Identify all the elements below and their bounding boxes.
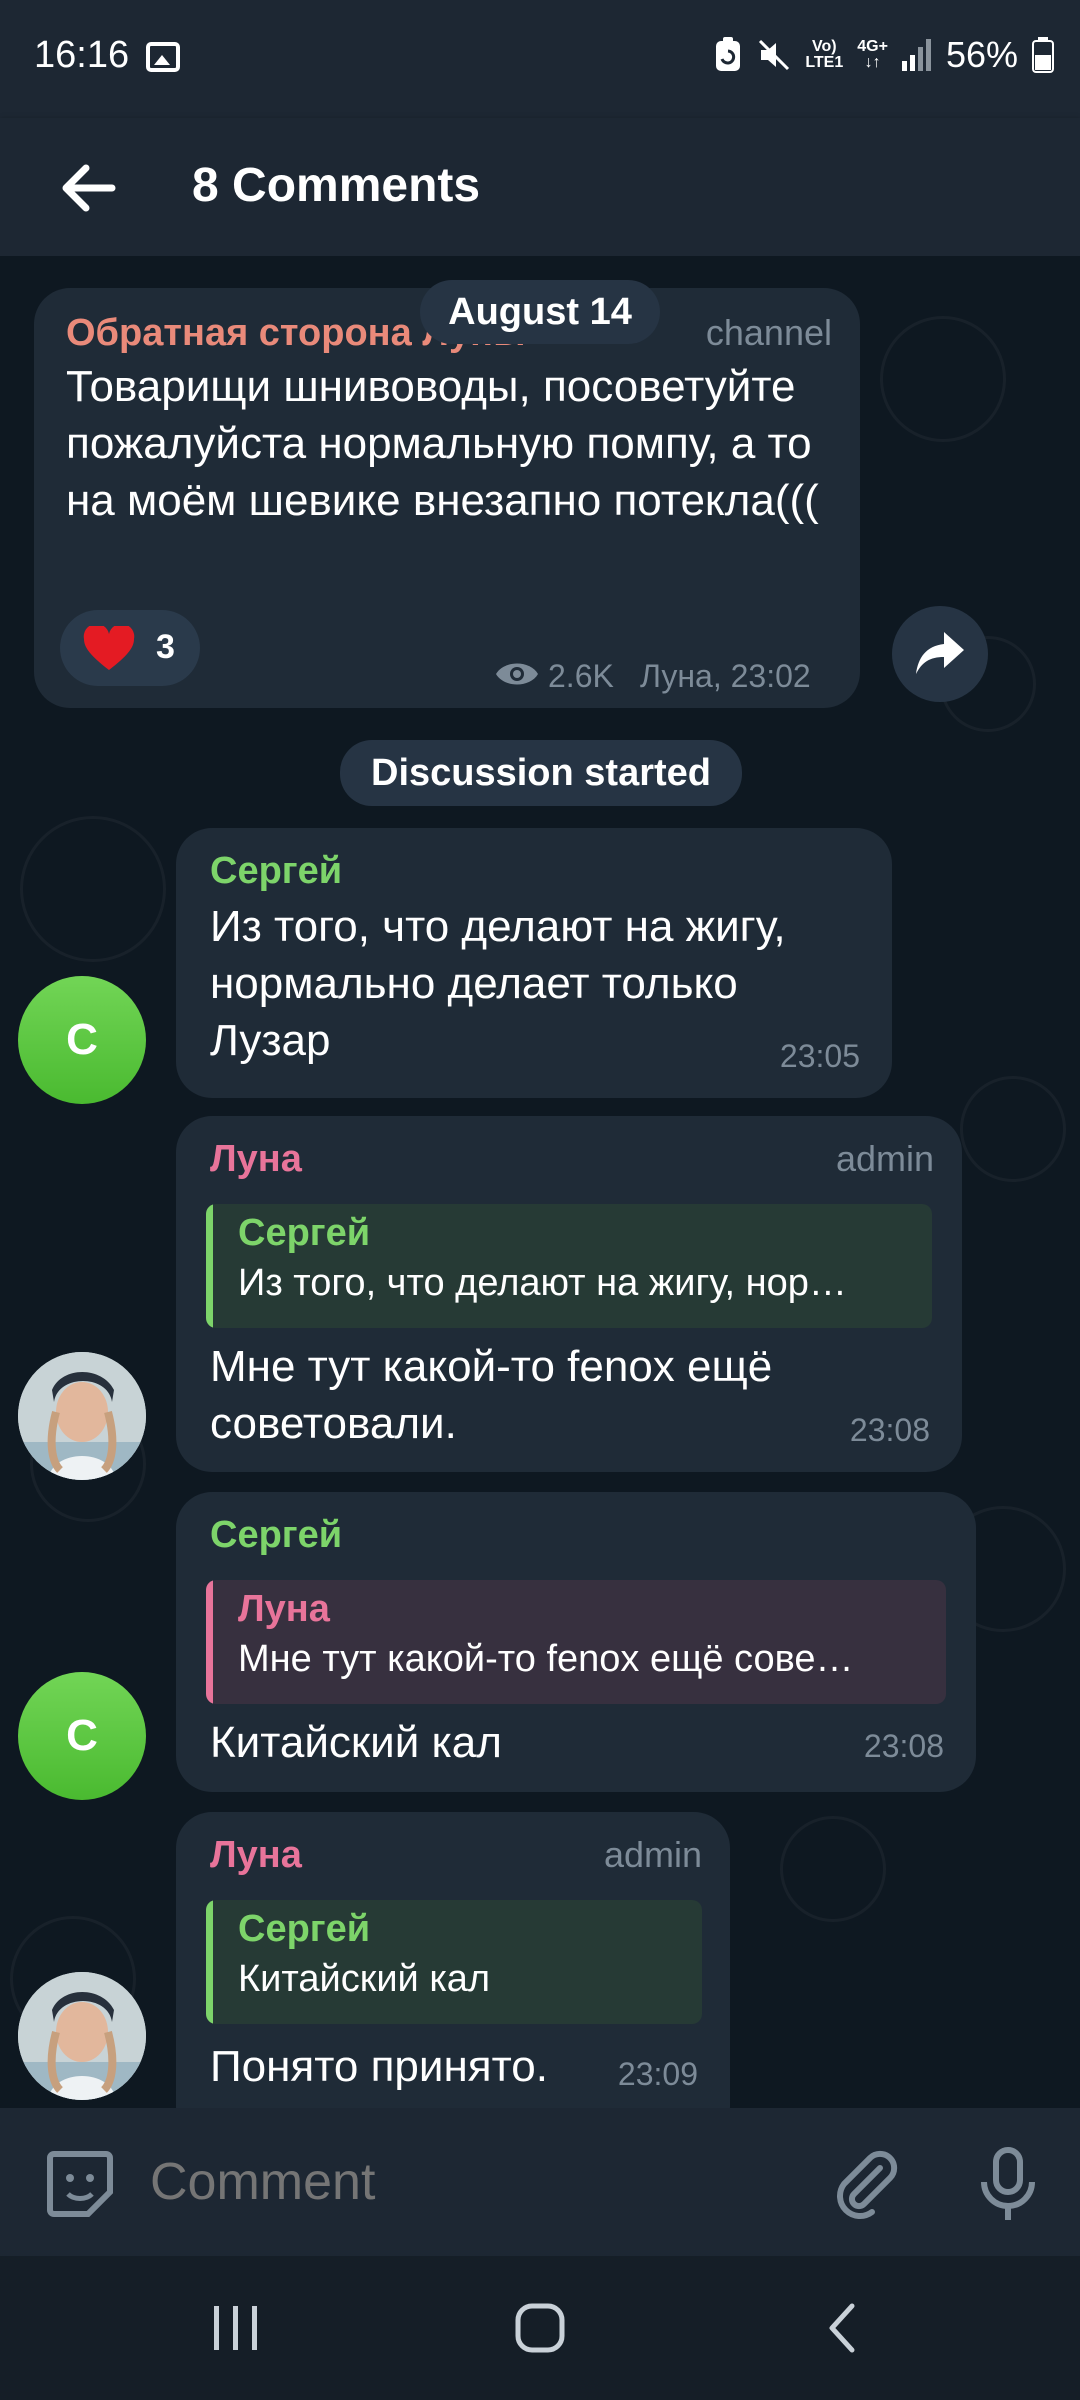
battery-icon bbox=[1032, 37, 1054, 73]
avatar-photo bbox=[18, 1972, 146, 2100]
reply-bar bbox=[206, 1580, 213, 1704]
app-header: 8 Comments bbox=[0, 118, 1080, 256]
channel-post-text: Товарищи шнивоводы, посоветуйте пожалуйс… bbox=[66, 362, 819, 525]
wallpaper-doodle bbox=[880, 316, 1006, 442]
volte-indicator: Vo) LTE1 bbox=[805, 38, 844, 71]
message-bubble[interactable]: Луна admin Сергей Китайский кал Понято п… bbox=[176, 1812, 730, 2108]
status-time: 16:16 bbox=[34, 34, 130, 76]
attach-icon[interactable] bbox=[830, 2148, 902, 2220]
mute-icon bbox=[759, 39, 790, 71]
eye-icon bbox=[496, 663, 538, 685]
reply-text: Мне тут какой-то fenox ещё сове… bbox=[238, 1638, 854, 1680]
comment-input[interactable] bbox=[150, 2152, 790, 2212]
reaction-chip[interactable]: 3 bbox=[60, 610, 200, 686]
date-pill: August 14 bbox=[420, 280, 660, 344]
chat-area[interactable]: Обратная сторона Луны channel Товарищи ш… bbox=[0, 256, 1080, 2108]
sticker-icon[interactable] bbox=[44, 2148, 116, 2220]
reply-author: Сергей bbox=[238, 1908, 371, 1950]
message-author[interactable]: Сергей bbox=[210, 850, 342, 893]
message-author[interactable]: Луна bbox=[210, 1138, 302, 1181]
avatar[interactable]: С bbox=[18, 976, 146, 1104]
battery-saver-icon bbox=[716, 37, 741, 71]
reply-author: Сергей bbox=[238, 1212, 371, 1254]
back-arrow-icon[interactable] bbox=[50, 148, 130, 228]
nav-back-icon[interactable] bbox=[822, 2302, 862, 2354]
share-button[interactable] bbox=[892, 606, 988, 702]
reply-text: Из того, что делают на жигу, нор… bbox=[238, 1262, 847, 1304]
status-bar: 16:16 Vo) LTE1 4G+ ↓↑ 56% bbox=[0, 0, 1080, 118]
message-bubble[interactable]: Луна admin Сергей Из того, что делают на… bbox=[176, 1116, 962, 1472]
message-bubble[interactable]: Сергей Луна Мне тут какой-то fenox ещё с… bbox=[176, 1492, 976, 1792]
heart-icon bbox=[83, 626, 135, 670]
reply-quote[interactable]: Луна Мне тут какой-то fenox ещё сове… bbox=[206, 1580, 946, 1704]
wallpaper-doodle bbox=[20, 816, 166, 962]
reply-text: Китайский кал bbox=[238, 1958, 491, 2000]
wallpaper-doodle bbox=[960, 1076, 1066, 1182]
reply-bar bbox=[206, 1900, 213, 2024]
message-author[interactable]: Сергей bbox=[210, 1514, 342, 1557]
avatar[interactable]: С bbox=[18, 1672, 146, 1800]
avatar[interactable] bbox=[18, 1352, 146, 1480]
message-text: Мне тут какой-то fenox ещё советовали. bbox=[210, 1342, 773, 1448]
admin-badge: admin bbox=[835, 1138, 934, 1179]
message-time: 23:05 bbox=[779, 1038, 860, 1074]
discussion-started-pill: Discussion started bbox=[340, 740, 742, 806]
avatar[interactable] bbox=[18, 1972, 146, 2100]
post-signature: Луна, 23:02 bbox=[640, 658, 811, 694]
recents-icon[interactable] bbox=[210, 2304, 262, 2352]
message-author[interactable]: Луна bbox=[210, 1834, 302, 1877]
page-title: 8 Comments bbox=[192, 159, 481, 212]
signal-icon bbox=[901, 39, 931, 71]
reply-quote[interactable]: Сергей Из того, что делают на жигу, нор… bbox=[206, 1204, 932, 1328]
home-icon[interactable] bbox=[514, 2302, 566, 2354]
message-time: 23:08 bbox=[863, 1728, 944, 1764]
avatar-photo bbox=[18, 1352, 146, 1480]
message-text: Понято принято. bbox=[210, 2042, 548, 2091]
view-count: 2.6K bbox=[548, 658, 614, 694]
reply-author: Луна bbox=[238, 1588, 330, 1630]
comment-input-bar bbox=[0, 2108, 1080, 2256]
gallery-icon bbox=[146, 42, 180, 72]
status-icons: Vo) LTE1 4G+ ↓↑ 56% bbox=[713, 34, 1054, 76]
message-time: 23:08 bbox=[849, 1412, 930, 1448]
system-nav-bar bbox=[0, 2256, 1080, 2400]
message-time: 23:09 bbox=[617, 2056, 698, 2092]
reply-bar bbox=[206, 1204, 213, 1328]
message-text: Китайский кал bbox=[210, 1718, 502, 1767]
share-icon bbox=[916, 632, 964, 674]
channel-tag: channel bbox=[705, 312, 832, 353]
wallpaper-doodle bbox=[780, 1816, 886, 1922]
channel-post-bubble[interactable]: Обратная сторона Луны channel Товарищи ш… bbox=[34, 288, 860, 708]
mic-icon[interactable] bbox=[968, 2144, 1048, 2224]
battery-percent: 56% bbox=[945, 34, 1018, 75]
message-text: Из того, что делают на жигу, нормально д… bbox=[210, 902, 786, 1065]
admin-badge: admin bbox=[603, 1834, 702, 1875]
reaction-count: 3 bbox=[156, 628, 175, 666]
message-bubble[interactable]: Сергей Из того, что делают на жигу, норм… bbox=[176, 828, 892, 1098]
network-type: 4G+ ↓↑ bbox=[857, 38, 888, 71]
reply-quote[interactable]: Сергей Китайский кал bbox=[206, 1900, 702, 2024]
